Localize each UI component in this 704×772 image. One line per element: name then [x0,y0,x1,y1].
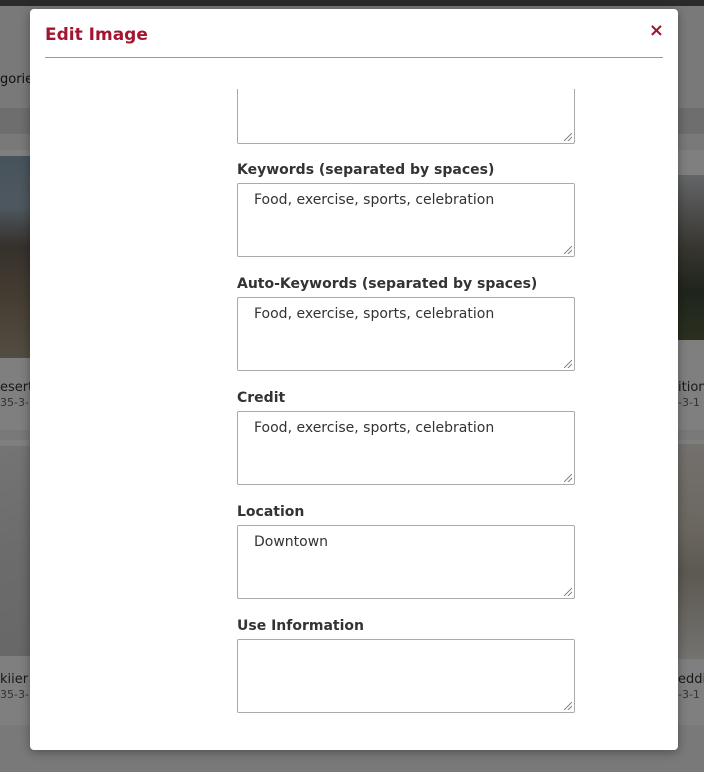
keywords-textarea[interactable]: Food, exercise, sports, celebration [237,183,575,257]
description-textarea[interactable] [237,89,575,144]
field-keywords: Keywords (separated by spaces) Food, exe… [237,161,575,257]
modal-title: Edit Image [45,25,148,45]
keywords-value: Food, exercise, sports, celebration [254,192,495,208]
credit-label: Credit [237,390,286,406]
resize-handle-icon[interactable] [564,588,572,596]
auto-keywords-label: Auto-Keywords (separated by spaces) [237,276,538,292]
field-auto-keywords: Auto-Keywords (separated by spaces) Food… [237,275,575,371]
location-value: Downtown [254,534,329,550]
close-button[interactable]: × [649,21,664,41]
use-information-label: Use Information [237,618,364,634]
auto-keywords-value: Food, exercise, sports, celebration [254,306,495,322]
edit-image-modal: Edit Image × Keywords (separated by spac… [30,9,678,750]
resize-handle-icon[interactable] [564,246,572,254]
credit-value: Food, exercise, sports, celebration [254,420,495,436]
resize-handle-icon[interactable] [564,133,572,141]
modal-divider [45,57,663,58]
field-location: Location Downtown [237,503,575,599]
field-description [237,89,575,144]
credit-textarea[interactable]: Food, exercise, sports, celebration [237,411,575,485]
resize-handle-icon[interactable] [564,474,572,482]
field-credit: Credit Food, exercise, sports, celebrati… [237,389,575,485]
resize-handle-icon[interactable] [564,360,572,368]
use-information-textarea[interactable] [237,639,575,713]
location-textarea[interactable]: Downtown [237,525,575,599]
location-label: Location [237,504,305,520]
resize-handle-icon[interactable] [564,702,572,710]
field-use-information: Use Information [237,617,575,713]
modal-body[interactable]: Keywords (separated by spaces) Food, exe… [30,89,678,750]
keywords-label: Keywords (separated by spaces) [237,162,495,178]
auto-keywords-textarea[interactable]: Food, exercise, sports, celebration [237,297,575,371]
